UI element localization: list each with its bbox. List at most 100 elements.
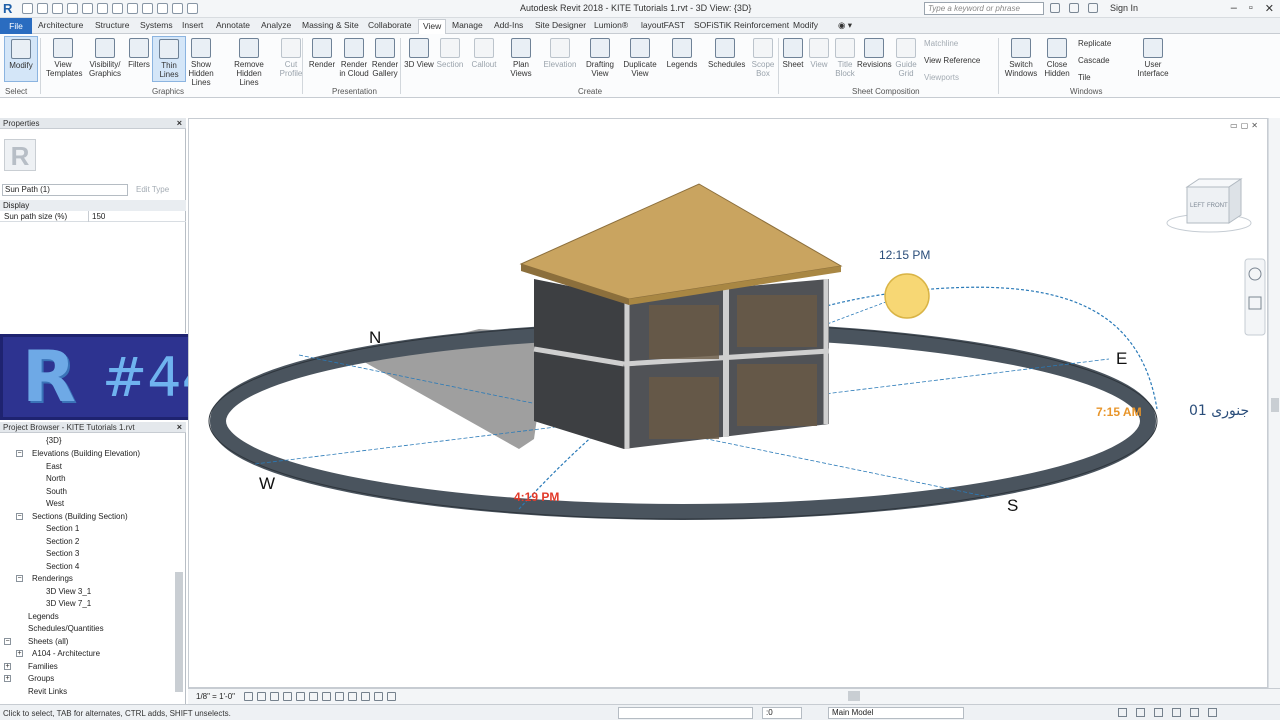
user-icon[interactable] xyxy=(1088,3,1098,13)
tree-item-north[interactable]: North xyxy=(46,474,66,483)
3d-view-button[interactable]: 3D View xyxy=(402,36,436,82)
section-button[interactable]: Section xyxy=(433,36,467,82)
tab-annotate[interactable]: Annotate xyxy=(216,20,250,30)
workset-selector[interactable] xyxy=(618,707,753,719)
temporary-hide-icon[interactable] xyxy=(348,692,357,701)
subscription-icon[interactable] xyxy=(1069,3,1079,13)
tree-item-east[interactable]: East xyxy=(46,462,62,471)
sunset-time-label[interactable]: 4:19 PM xyxy=(514,490,559,504)
drafting-view-button[interactable]: Drafting View xyxy=(583,36,617,82)
cascade-button[interactable]: Cascade xyxy=(1078,56,1110,65)
tree-item-families[interactable]: Families xyxy=(28,662,58,671)
constraints-icon[interactable] xyxy=(387,692,396,701)
collapse-icon[interactable]: − xyxy=(4,638,11,645)
tree-item-3d[interactable]: {3D} xyxy=(46,436,62,445)
help-search-input[interactable]: Type a keyword or phrase xyxy=(924,2,1044,15)
render-gallery-button[interactable]: Render Gallery xyxy=(368,36,402,82)
render-cloud-button[interactable]: Render in Cloud xyxy=(337,36,371,82)
close-icon[interactable]: × xyxy=(177,118,182,129)
editable-only-icon[interactable] xyxy=(1118,708,1127,717)
filter-icon[interactable] xyxy=(1208,708,1217,717)
schedules-button[interactable]: Schedules xyxy=(708,36,745,82)
undo-icon[interactable] xyxy=(67,3,78,14)
tab-analyze[interactable]: Analyze xyxy=(261,20,291,30)
open-icon[interactable] xyxy=(22,3,33,14)
print-icon[interactable] xyxy=(97,3,108,14)
tree-item-elevations[interactable]: Elevations (Building Elevation) xyxy=(32,449,140,458)
select-pinned-icon[interactable] xyxy=(1172,708,1181,717)
scope-box-button[interactable]: Scope Box xyxy=(746,36,780,82)
3d-view-icon[interactable] xyxy=(142,3,153,14)
view-scale[interactable]: 1/8" = 1'-0" xyxy=(196,692,235,701)
tab-massing-site[interactable]: Massing & Site xyxy=(302,20,359,30)
crop-view-icon[interactable] xyxy=(309,692,318,701)
expand-icon[interactable]: + xyxy=(4,675,11,682)
tree-item-section-2[interactable]: Section 2 xyxy=(46,537,79,546)
tab-add-ins[interactable]: Add-Ins xyxy=(494,20,523,30)
tree-item-south[interactable]: South xyxy=(46,487,67,496)
tab-insert[interactable]: Insert xyxy=(182,20,203,30)
viewcube-icon[interactable]: LEFT FRONT xyxy=(1166,178,1252,233)
select-by-face-icon[interactable] xyxy=(1190,708,1199,717)
elevation-button[interactable]: Elevation xyxy=(543,36,577,82)
collapse-icon[interactable]: − xyxy=(16,575,23,582)
tree-item-schedules[interactable]: Schedules/Quantities xyxy=(28,624,104,633)
collapse-icon[interactable]: − xyxy=(16,513,23,520)
tree-item-a104[interactable]: A104 - Architecture xyxy=(32,649,100,658)
tree-item-sheets[interactable]: Sheets (all) xyxy=(28,637,68,646)
tree-item-3d-view-7-1[interactable]: 3D View 7_1 xyxy=(46,599,91,608)
replicate-button[interactable]: Replicate xyxy=(1078,39,1111,48)
tab-layoutfast[interactable]: layoutFAST xyxy=(641,20,685,30)
coordinate-field[interactable]: :0 xyxy=(762,707,802,719)
view-templates-button[interactable]: View Templates xyxy=(46,36,82,82)
tree-item-3d-view-3-1[interactable]: 3D View 3_1 xyxy=(46,587,91,596)
tab-lumion[interactable]: Lumion® xyxy=(594,20,628,30)
tree-item-section-3[interactable]: Section 3 xyxy=(46,549,79,558)
design-option-selector[interactable]: Main Model xyxy=(828,707,964,719)
tree-item-renderings[interactable]: Renderings xyxy=(32,574,73,583)
close-icon[interactable]: × xyxy=(177,422,182,433)
close-hidden-icon[interactable] xyxy=(187,3,198,14)
text-icon[interactable] xyxy=(127,3,138,14)
tree-item-legends[interactable]: Legends xyxy=(28,612,59,621)
show-hidden-lines-button[interactable]: Show Hidden Lines xyxy=(184,36,218,87)
navigation-bar[interactable] xyxy=(1244,258,1266,336)
tree-item-groups[interactable]: Groups xyxy=(28,674,54,683)
properties-group-display[interactable]: Display xyxy=(0,200,186,211)
save-icon[interactable] xyxy=(37,3,48,14)
tab-more-icon[interactable]: ◉ ▾ xyxy=(838,20,852,31)
collapse-icon[interactable]: − xyxy=(16,450,23,457)
render-button[interactable]: Render xyxy=(305,36,339,82)
viewport-horizontal-scrollbar[interactable] xyxy=(848,691,860,701)
tree-item-revit-links[interactable]: Revit Links xyxy=(28,687,67,696)
revisions-button[interactable]: Revisions xyxy=(857,36,892,82)
tab-file[interactable]: File xyxy=(0,18,32,34)
property-row-sun-path-size[interactable]: Sun path size (%) 150 xyxy=(0,211,186,222)
tab-collaborate[interactable]: Collaborate xyxy=(368,20,411,30)
user-interface-button[interactable]: User Interface xyxy=(1136,36,1170,82)
close-hidden-button[interactable]: Close Hidden xyxy=(1040,36,1074,82)
tile-button[interactable]: Tile xyxy=(1078,73,1091,82)
revit-logo-icon[interactable]: R xyxy=(3,1,17,16)
tab-structure[interactable]: Structure xyxy=(95,20,130,30)
tab-view[interactable]: View xyxy=(418,19,447,34)
thin-lines-button[interactable]: Thin Lines xyxy=(152,36,186,82)
duplicate-view-button[interactable]: Duplicate View xyxy=(623,36,657,82)
visual-style-icon[interactable] xyxy=(257,692,266,701)
detail-level-icon[interactable] xyxy=(244,692,253,701)
sunrise-time-label[interactable]: 7:15 AM xyxy=(1096,405,1142,419)
viewports-button[interactable]: Viewports xyxy=(924,73,959,82)
tab-manage[interactable]: Manage xyxy=(452,20,483,30)
date-label[interactable]: 01 جنوری xyxy=(1189,403,1249,419)
minimize-icon[interactable]: – xyxy=(1231,2,1237,15)
redo-icon[interactable] xyxy=(82,3,93,14)
type-selector[interactable]: Sun Path (1) xyxy=(2,184,128,196)
binoculars-icon[interactable] xyxy=(1050,3,1060,13)
shadows-icon[interactable] xyxy=(283,692,292,701)
render-dialog-icon[interactable] xyxy=(296,692,305,701)
viewport-vertical-scrollbar[interactable] xyxy=(1268,118,1280,688)
callout-button[interactable]: Callout xyxy=(467,36,501,82)
show-crop-icon[interactable] xyxy=(322,692,331,701)
legends-button[interactable]: Legends xyxy=(665,36,699,82)
switch-windows-button[interactable]: Switch Windows xyxy=(1004,36,1038,82)
